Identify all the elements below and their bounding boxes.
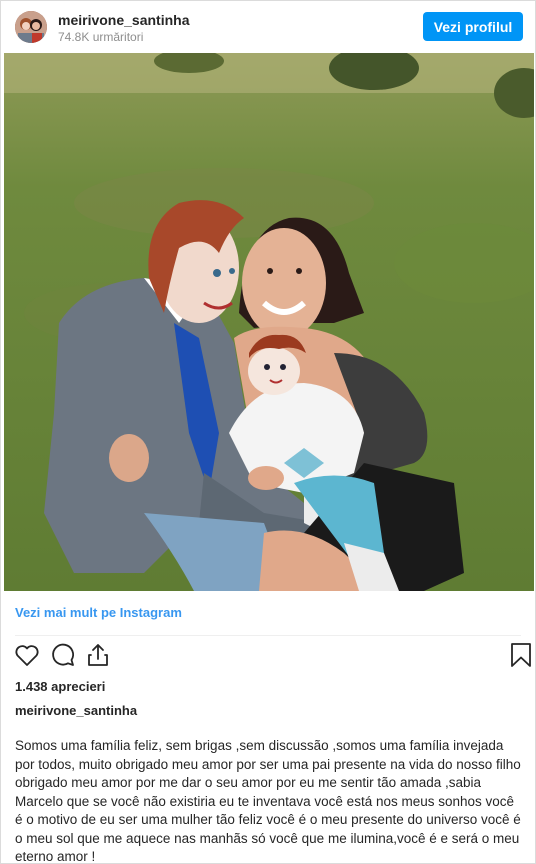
bookmark-icon[interactable]: [507, 641, 535, 669]
view-profile-button[interactable]: Vezi profilul: [423, 12, 523, 41]
post-photo[interactable]: [4, 53, 534, 591]
post-caption: Somos uma família feliz, sem brigas ,sem…: [15, 738, 521, 864]
instagram-embed-card: meirivone_santinha 74.8K urmăritori Vezi…: [0, 0, 536, 864]
comment-icon[interactable]: [49, 641, 77, 669]
divider: [15, 635, 521, 636]
caption-username[interactable]: meirivone_santinha: [15, 703, 137, 718]
share-icon[interactable]: [84, 641, 112, 669]
avatar[interactable]: [15, 11, 47, 43]
heart-icon[interactable]: [13, 641, 41, 669]
follower-count: 74.8K urmăritori: [58, 30, 144, 44]
action-bar: [1, 641, 535, 673]
post-header: meirivone_santinha 74.8K urmăritori Vezi…: [1, 1, 535, 53]
like-count[interactable]: 1.438 aprecieri: [15, 679, 105, 694]
view-more-on-instagram-link[interactable]: Vezi mai mult pe Instagram: [15, 605, 182, 620]
username[interactable]: meirivone_santinha: [58, 12, 190, 28]
